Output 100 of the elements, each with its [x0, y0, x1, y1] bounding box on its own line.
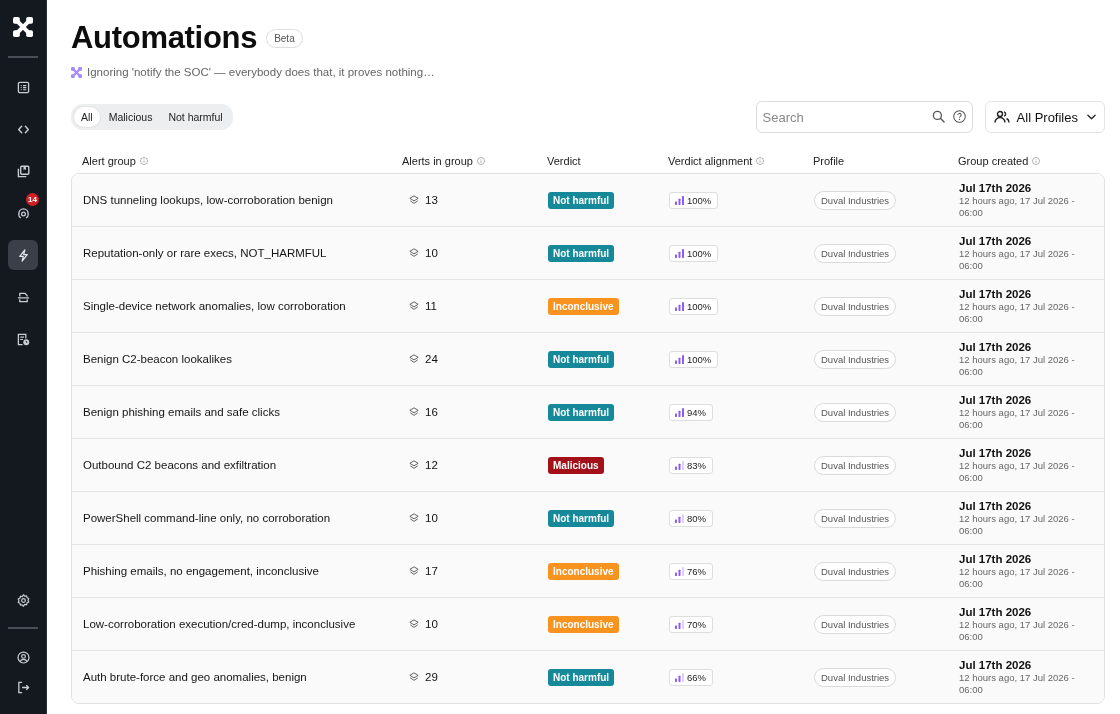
alert-group-name: Single-device network anomalies, low corroboration [83, 300, 346, 312]
layers-icon [409, 513, 419, 523]
alert-count: 16 [425, 406, 438, 418]
column-header: Alerts in group [402, 154, 473, 167]
alert-count: 13 [425, 194, 438, 206]
verdict-tag: Inconclusive [548, 562, 619, 580]
profile-tag: Duval Industries [814, 667, 897, 687]
headset-icon [16, 206, 30, 220]
verdict-tag: Not harmful [548, 509, 615, 527]
profile-tag: Duval Industries [814, 614, 897, 634]
alert-group-name: Reputation-only or rare execs, NOT_HARMFUL [83, 247, 327, 259]
profile-tag: Duval Industries [814, 402, 897, 422]
layers-icon [409, 301, 419, 311]
created-date: Jul 17th 2026 [959, 658, 1032, 672]
created-time: 12 hours ago, 17 Jul 2026 - 06:00 [959, 354, 1076, 378]
created-time: 12 hours ago, 17 Jul 2026 - 06:00 [959, 407, 1076, 431]
logo-icon [13, 17, 33, 37]
search-icon[interactable] [931, 110, 945, 123]
created-time: 12 hours ago, 17 Jul 2026 - 06:00 [959, 195, 1076, 219]
created-date: Jul 17th 2026 [959, 340, 1032, 354]
layers-icon [409, 460, 419, 470]
signal-bars-icon [675, 566, 684, 576]
signal-bars-icon [675, 460, 684, 470]
profile-tag: Duval Industries [814, 561, 897, 581]
verdict-tag: Malicious [548, 456, 604, 474]
alignment-percent: 100% [687, 353, 712, 365]
verdict-tag: Not harmful [548, 668, 615, 686]
created-date: Jul 17th 2026 [959, 605, 1032, 619]
created-time: 12 hours ago, 17 Jul 2026 - 06:00 [959, 566, 1076, 590]
alignment-percent: 66% [687, 671, 706, 683]
alert-group-name: Benign C2-beacon lookalikes [83, 353, 232, 365]
profile-tag: Duval Industries [814, 243, 897, 263]
created-date: Jul 17th 2026 [959, 446, 1032, 460]
alert-group-name: Phishing emails, no engagement, inconclusive [83, 565, 319, 577]
lightning-icon [16, 248, 30, 262]
signal-bars-icon [675, 513, 684, 523]
profile-tag: Duval Industries [814, 296, 897, 316]
alert-group-name: PowerShell command-line only, no corroboration [83, 512, 331, 524]
copy-icon [16, 164, 30, 178]
profile-tag: Duval Industries [814, 349, 897, 369]
logout-icon [16, 680, 30, 694]
alert-count: 17 [425, 565, 438, 577]
search-field[interactable]: Search [755, 101, 973, 133]
alignment-percent: 94% [687, 406, 706, 418]
settings-icon [16, 593, 30, 607]
nav-button[interactable] [8, 240, 38, 270]
alert-group-name: Benign phishing emails and safe clicks [83, 406, 280, 418]
chevron-down-icon [1087, 114, 1096, 120]
alert-group-name: Auth brute-force and geo anomalies, benign [83, 671, 307, 683]
verdict-tag: Not harmful [548, 350, 615, 368]
column-header: Profile [813, 154, 845, 167]
signal-bars-icon [675, 619, 684, 629]
layers-icon [409, 566, 419, 576]
alignment-percent: 100% [687, 247, 712, 259]
page-title: Automations [71, 19, 258, 57]
column-header: Group created [958, 154, 1029, 167]
created-date: Jul 17th 2026 [959, 181, 1032, 195]
alert-count: 29 [425, 671, 438, 683]
alert-count: 11 [425, 300, 437, 312]
layers-icon [409, 672, 419, 682]
created-time: 12 hours ago, 17 Jul 2026 - 06:00 [959, 619, 1076, 643]
logo-icon [71, 66, 82, 78]
column-header: Verdict [547, 154, 581, 167]
profile-tag: Duval Industries [814, 190, 897, 210]
alert-count: 12 [425, 459, 438, 471]
document-clock-icon [16, 332, 30, 346]
users-icon [993, 110, 1010, 124]
signal-bars-icon [675, 354, 684, 364]
column-header: Verdict alignment [668, 154, 753, 167]
notification-badge: 14 [26, 193, 39, 206]
filter-tab[interactable]: All [74, 107, 100, 127]
help-icon[interactable] [952, 110, 966, 123]
alignment-percent: 100% [687, 194, 712, 206]
created-date: Jul 17th 2026 [959, 393, 1032, 407]
column-header: Alert group [82, 154, 136, 167]
verdict-tag: Not harmful [548, 403, 615, 421]
created-date: Jul 17th 2026 [959, 552, 1032, 566]
layers-icon [409, 248, 419, 258]
signal-bars-icon [675, 672, 684, 682]
scanner-icon [16, 290, 30, 304]
alert-group-name: Low-corroboration execution/cred-dump, inconclusive [83, 618, 356, 630]
created-time: 12 hours ago, 17 Jul 2026 - 06:00 [959, 460, 1076, 484]
layers-icon [409, 354, 419, 364]
verdict-tag: Inconclusive [548, 297, 619, 315]
alignment-percent: 80% [687, 512, 706, 524]
created-time: 12 hours ago, 17 Jul 2026 - 06:00 [959, 672, 1076, 696]
created-time: 12 hours ago, 17 Jul 2026 - 06:00 [959, 513, 1076, 537]
alignment-percent: 83% [687, 459, 706, 471]
alignment-percent: 76% [687, 565, 706, 577]
profiles-dropdown[interactable]: All Profiles [984, 101, 1105, 133]
alert-group-name: DNS tunneling lookups, low-corroboration benign [83, 194, 333, 206]
created-date: Jul 17th 2026 [959, 287, 1032, 301]
filter-tab[interactable]: Not harmful [161, 107, 230, 127]
created-date: Jul 17th 2026 [959, 499, 1032, 513]
layers-icon [409, 195, 419, 205]
alert-group-name: Outbound C2 beacons and exfiltration [83, 459, 277, 471]
alert-count: 10 [425, 618, 438, 630]
layers-icon [409, 407, 419, 417]
filter-tab[interactable]: Malicious [101, 107, 160, 127]
status-message: Ignoring 'notify the SOC' — everybody does that, it proves nothing… [87, 66, 435, 78]
